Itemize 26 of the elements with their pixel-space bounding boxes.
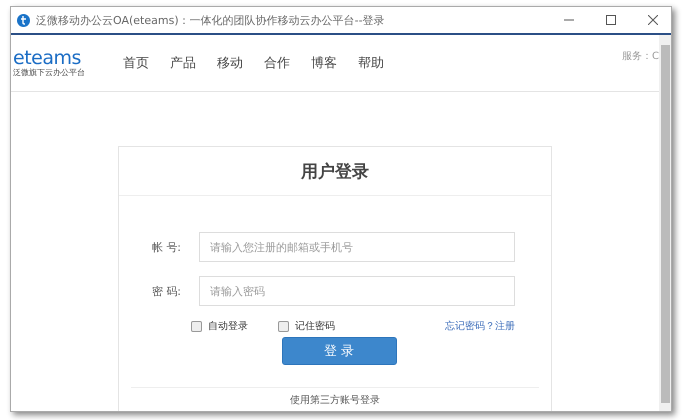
checkbox-option[interactable]: 记住密码 [278,319,335,333]
login-button[interactable]: 登 录 [282,337,396,365]
input-field[interactable]: 请输入您注册的邮箱或手机号 [199,232,515,262]
field-label: 密 码: [150,284,181,298]
maximize-icon [606,15,616,25]
checkbox-option[interactable]: 自动登录 [191,319,248,333]
field-label: 帐 号: [150,240,181,254]
nav-link[interactable]: 产品 [170,54,196,72]
login-title: 用户登录 [119,147,551,196]
nav-link[interactable]: 帮助 [358,54,384,72]
nav-link[interactable]: 移动 [217,54,243,72]
forgot-register-link[interactable]: 忘记密码？注册 [445,319,515,333]
logo-subtitle: 泛微旗下云办公平台 [13,66,86,78]
service-label: 服务：C [622,50,659,63]
nav-link[interactable]: 首页 [123,54,149,72]
checkbox[interactable] [278,320,289,332]
logo[interactable]: eteams [13,48,123,66]
nav-link[interactable]: 博客 [311,54,337,72]
third-party-login-text: 使用第三方账号登录 [131,387,539,407]
app-icon [17,14,30,26]
input-field[interactable]: 请输入密码 [199,276,515,306]
scrollbar[interactable] [659,35,671,411]
window-title: 泛微移动办公云OA(eteams)：一体化的团队协作移动云办公平台--登录 [36,12,386,28]
close-icon [648,15,658,25]
checkbox[interactable] [191,320,202,332]
nav-link[interactable]: 合作 [264,54,290,72]
